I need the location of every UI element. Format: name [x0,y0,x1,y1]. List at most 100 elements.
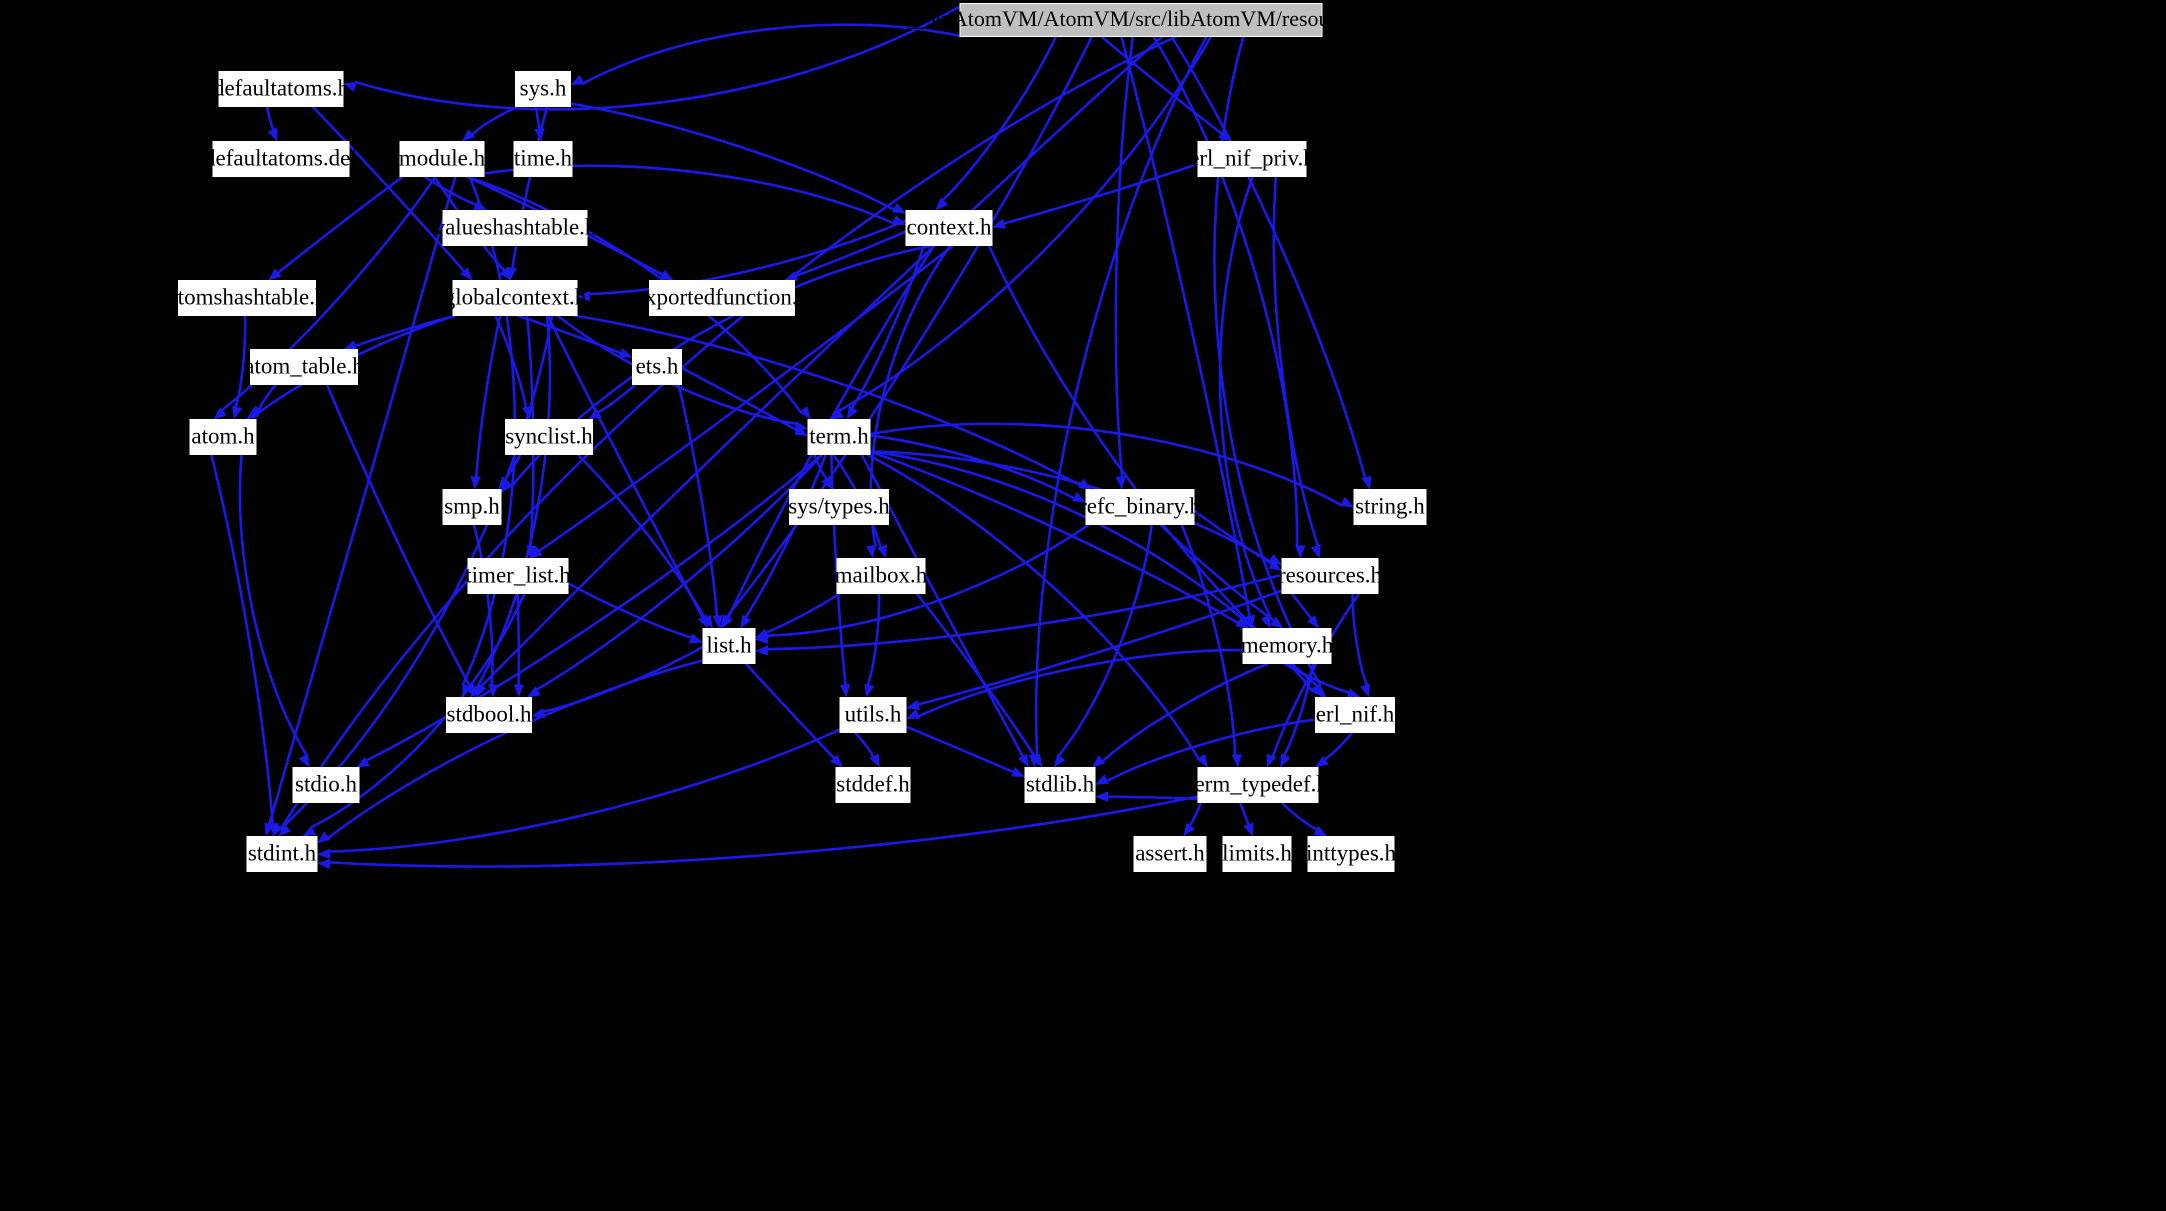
node-exportedfunction-h[interactable]: exportedfunction.h [635,280,810,316]
node-module-h[interactable]: module.h [399,141,486,177]
node-label: mailbox.h [835,562,928,587]
node-defaultatoms-h[interactable]: defaultatoms.h [213,71,350,107]
node-ets-h[interactable]: ets.h [632,349,682,385]
node-label: string.h [1355,493,1425,518]
node-smp-h[interactable]: smp.h [442,489,502,525]
node-refc-binary-h[interactable]: refc_binary.h [1079,489,1201,525]
node-stdint-h[interactable]: stdint.h [246,836,318,872]
arrowhead-term-typedef-h [1280,753,1291,768]
root-node-w-atomvm-atomvm-src-libatomvm-resources-c[interactable]: /__w/AtomVM/AtomVM/src/libAtomVM/resourc… [902,3,1381,37]
node-atom-h[interactable]: atom.h [189,419,257,455]
edge-w-atomvm-atomvm-src-libatomvm-resources-c-to-list-h [724,35,1094,620]
node-globalcontext-h[interactable]: globalcontext.h [444,280,587,316]
node-synclist-h[interactable]: synclist.h [505,419,593,455]
arrowhead-mailbox-h [877,544,887,559]
arrowhead-utils-h [906,709,920,719]
edge-atom-h-to-stdint-h [210,454,275,825]
arrowhead-term-typedef-h [1231,754,1243,768]
node-erl-nif-h[interactable]: erl_nif.h [1315,697,1395,733]
edge-list-h-to-stdbool-h [542,645,704,714]
arrowhead-atom-h [232,405,243,420]
edge-atom-h-to-stdio-h [238,454,309,757]
node-sys-h[interactable]: sys.h [515,71,571,107]
node-resources-h[interactable]: resources.h [1278,558,1383,594]
node-sys-types-h[interactable]: sys/types.h [788,489,890,525]
edge-erl-nif-h-to-term-typedef-h [1323,731,1354,761]
node-time-h[interactable]: time.h [513,141,573,177]
node-memory-h[interactable]: memory.h [1241,628,1334,664]
arrowhead-erl-nif-h [1360,683,1370,698]
node-label: ets.h [636,353,679,378]
edge-term-typedef-h-to-assert-h [1187,802,1203,828]
arrowhead-stdio-h [298,753,310,768]
node-label: stddef.h [836,771,910,796]
arrowhead-stdint-h [302,825,317,837]
edge-erl-nif-priv-h-to-context-h [1003,162,1199,225]
node-limits-h[interactable]: limits.h [1222,836,1292,872]
edge-list-h-to-stddef-h [744,662,836,760]
node-utils-h[interactable]: utils.h [839,697,907,733]
node-label: stdio.h [295,771,357,796]
node-timer-list-h[interactable]: timer_list.h [465,558,571,594]
node-stddef-h[interactable]: stddef.h [835,767,911,803]
edge-sys-h-to-context-h [570,102,896,211]
edge-atom-table-h-to-stdbool-h [325,383,472,688]
node-label: term_typedef.h [1188,771,1328,796]
node-label: erl_nif.h [1316,701,1395,726]
edge-term-typedef-h-to-inttypes-h [1280,801,1319,831]
arrowhead-stdlib-h [1095,774,1109,785]
node-stdlib-h[interactable]: stdlib.h [1024,767,1096,803]
arrowhead-stdlib-h [1011,767,1025,777]
node-defaultatoms-def[interactable]: defaultatoms.def [204,141,358,177]
node-layer: /__w/AtomVM/AtomVM/src/libAtomVM/resourc… [167,3,1427,872]
edge-w-atomvm-atomvm-src-libatomvm-resources-c-to-defaultatoms-h [354,5,961,111]
arrowhead-stdlib-h [1018,753,1029,768]
arrowhead-stdlib-h [1092,755,1106,768]
node-stdbool-h[interactable]: stdbool.h [446,697,532,733]
node-label: atom_table.h [244,353,364,378]
node-string-h[interactable]: string.h [1353,489,1427,525]
edge-utils-h-to-stdlib-h [905,725,1015,774]
arrowhead-stdint-h [317,831,331,844]
arrowhead-stdlib-h [1095,791,1108,802]
edge-globalcontext-h-to-smp-h [475,315,502,478]
edge-term-typedef-h-to-stdint-h [328,795,1199,868]
node-context-h[interactable]: context.h [905,210,993,246]
node-term-typedef-h[interactable]: term_typedef.h [1188,767,1328,803]
edge-term-h-to-list-h [744,454,828,619]
node-label: module.h [399,145,486,170]
node-valueshashtable-h[interactable]: valueshashtable.h [434,210,597,246]
node-inttypes-h[interactable]: inttypes.h [1306,836,1397,872]
node-label: inttypes.h [1306,840,1397,865]
node-label: atom.h [191,423,255,448]
node-label: context.h [907,214,992,239]
arrowhead-list-h [740,614,752,629]
arrowhead-utils-h [864,683,875,698]
arrowhead-module-h [461,129,476,142]
arrowhead-utils-h [839,684,851,698]
node-label: memory.h [1241,632,1334,657]
node-mailbox-h[interactable]: mailbox.h [835,558,928,594]
edge-utils-h-to-stddef-h [854,731,875,759]
arrowhead-list-h [689,633,703,644]
arrowhead-stdint-h [317,858,331,870]
arrowhead-assert-h [1183,822,1196,837]
edge-refc-binary-h-to-term-typedef-h [1180,524,1237,756]
arrowhead-ets-h [618,347,633,358]
node-label: stdlib.h [1026,771,1095,796]
node-atomshashtable-h[interactable]: atomshashtable.h [167,280,327,316]
node-list-h[interactable]: list.h [702,628,756,664]
arrowhead-refc-binary-h [1115,476,1126,490]
arrowhead-context-h [892,203,906,214]
node-atom-table-h[interactable]: atom_table.h [244,349,364,385]
node-erl-nif-priv-h[interactable]: erl_nif_priv.h [1189,141,1315,177]
node-label: stdint.h [248,840,317,865]
edge-term-typedef-h-to-limits-h [1238,802,1251,827]
arrowhead-context-h [935,197,949,211]
arrowhead-erl-nif-h [1346,688,1361,699]
node-assert-h[interactable]: assert.h [1133,836,1207,872]
arrowhead-mailbox-h [865,544,876,559]
node-stdio-h[interactable]: stdio.h [292,767,360,803]
node-term-h[interactable]: term.h [807,419,871,455]
edge-layer [210,5,1372,870]
